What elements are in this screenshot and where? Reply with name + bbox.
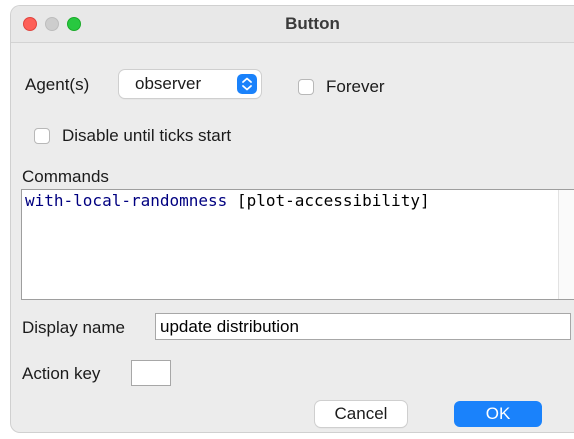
disable-until-ticks-checkbox[interactable]	[34, 128, 50, 144]
ok-button[interactable]: OK	[454, 401, 542, 427]
commands-label: Commands	[22, 167, 109, 186]
forever-label: Forever	[326, 77, 385, 96]
disable-until-ticks-label: Disable until ticks start	[62, 126, 232, 145]
editor-scrollbar[interactable]	[558, 190, 574, 299]
action-key-label: Action key	[22, 364, 101, 383]
display-name-input[interactable]	[155, 313, 571, 340]
action-key-input[interactable]	[131, 360, 171, 386]
agent-select-value: observer	[135, 74, 202, 93]
agent-label: Agent(s)	[25, 75, 90, 94]
commands-editor[interactable]: with-local-randomness [plot-accessibilit…	[21, 189, 574, 300]
code-keyword: with-local-randomness	[25, 191, 228, 210]
commands-code: with-local-randomness [plot-accessibilit…	[25, 191, 430, 210]
code-arguments: [plot-accessibility]	[227, 191, 430, 210]
forever-checkbox[interactable]	[298, 79, 314, 95]
updown-chevron-icon	[237, 74, 257, 94]
display-name-label: Display name	[22, 318, 125, 337]
agent-select[interactable]: observer	[119, 70, 261, 98]
title-bar: Button	[11, 6, 574, 43]
cancel-button[interactable]: Cancel	[315, 401, 407, 427]
window-title: Button	[285, 14, 340, 33]
button-dialog: Button Agent(s) observer Forever Disable…	[10, 5, 574, 433]
